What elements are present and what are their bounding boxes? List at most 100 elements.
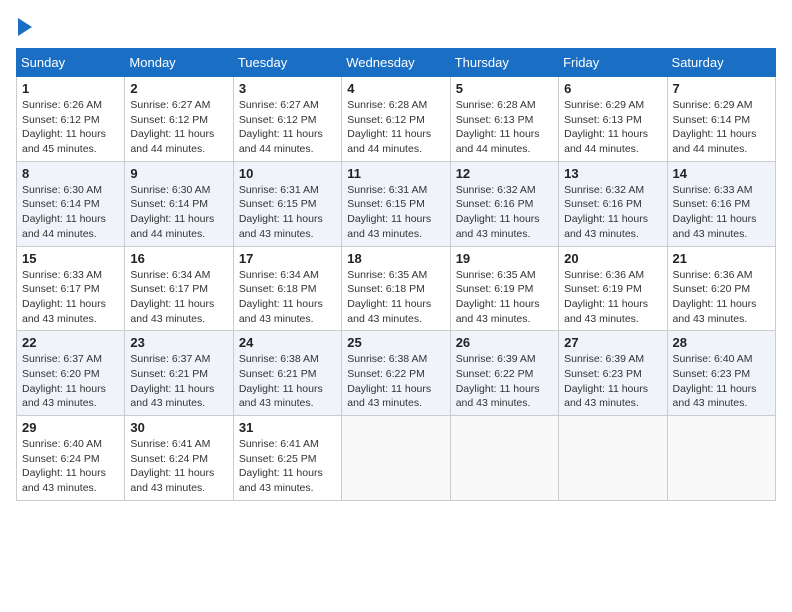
calendar-day-cell: 18 Sunrise: 6:35 AMSunset: 6:18 PMDayligh… [342, 246, 450, 331]
day-number: 7 [673, 81, 770, 96]
day-info: Sunrise: 6:40 AMSunset: 6:23 PMDaylight:… [673, 352, 770, 411]
calendar-table: SundayMondayTuesdayWednesdayThursdayFrid… [16, 48, 776, 501]
calendar-day-cell: 8 Sunrise: 6:30 AMSunset: 6:14 PMDaylight… [17, 161, 125, 246]
day-number: 18 [347, 251, 444, 266]
day-info: Sunrise: 6:39 AMSunset: 6:22 PMDaylight:… [456, 352, 553, 411]
calendar-day-cell: 6 Sunrise: 6:29 AMSunset: 6:13 PMDaylight… [559, 77, 667, 162]
calendar-week-row: 15Sunrise: 6:33 AMSunset: 6:17 PMDayligh… [17, 246, 776, 331]
day-info: Sunrise: 6:29 AMSunset: 6:13 PMDaylight:… [564, 98, 661, 157]
day-number: 1 [22, 81, 119, 96]
day-number: 5 [456, 81, 553, 96]
calendar-day-cell: 4 Sunrise: 6:28 AMSunset: 6:12 PMDaylight… [342, 77, 450, 162]
calendar-day-cell: 29Sunrise: 6:40 AMSunset: 6:24 PMDayligh… [17, 416, 125, 501]
day-number: 30 [130, 420, 227, 435]
day-info: Sunrise: 6:36 AMSunset: 6:20 PMDaylight:… [673, 268, 770, 327]
logo-arrow-icon [18, 18, 32, 36]
day-info: Sunrise: 6:27 AMSunset: 6:12 PMDaylight:… [239, 98, 336, 157]
day-info: Sunrise: 6:26 AMSunset: 6:12 PMDaylight:… [22, 98, 119, 157]
day-of-week-header: Tuesday [233, 49, 341, 77]
calendar-day-cell: 1 Sunrise: 6:26 AMSunset: 6:12 PMDaylight… [17, 77, 125, 162]
day-number: 19 [456, 251, 553, 266]
day-info: Sunrise: 6:38 AMSunset: 6:22 PMDaylight:… [347, 352, 444, 411]
calendar-day-cell: 22 Sunrise: 6:37 AMSunset: 6:20 PMDayligh… [17, 331, 125, 416]
calendar-day-cell: 24 Sunrise: 6:38 AMSunset: 6:21 PMDayligh… [233, 331, 341, 416]
day-number: 9 [130, 166, 227, 181]
day-info: Sunrise: 6:33 AMSunset: 6:16 PMDaylight:… [673, 183, 770, 242]
calendar-day-cell: 2 Sunrise: 6:27 AMSunset: 6:12 PMDaylight… [125, 77, 233, 162]
calendar-week-row: 29Sunrise: 6:40 AMSunset: 6:24 PMDayligh… [17, 416, 776, 501]
day-info: Sunrise: 6:32 AMSunset: 6:16 PMDaylight:… [456, 183, 553, 242]
day-number: 4 [347, 81, 444, 96]
day-info: Sunrise: 6:29 AMSunset: 6:14 PMDaylight:… [673, 98, 770, 157]
calendar-day-cell: 20Sunrise: 6:36 AMSunset: 6:19 PMDayligh… [559, 246, 667, 331]
day-number: 13 [564, 166, 661, 181]
day-number: 31 [239, 420, 336, 435]
calendar-day-cell: 14 Sunrise: 6:33 AMSunset: 6:16 PMDayligh… [667, 161, 775, 246]
calendar-day-cell: 13 Sunrise: 6:32 AMSunset: 6:16 PMDayligh… [559, 161, 667, 246]
day-info: Sunrise: 6:35 AMSunset: 6:19 PMDaylight:… [456, 268, 553, 327]
calendar-day-cell: 23 Sunrise: 6:37 AMSunset: 6:21 PMDayligh… [125, 331, 233, 416]
day-number: 26 [456, 335, 553, 350]
day-info: Sunrise: 6:34 AMSunset: 6:17 PMDaylight:… [130, 268, 227, 327]
calendar-day-cell: 10Sunrise: 6:31 AMSunset: 6:15 PMDayligh… [233, 161, 341, 246]
calendar-day-cell: 30 Sunrise: 6:41 AMSunset: 6:24 PMDayligh… [125, 416, 233, 501]
day-info: Sunrise: 6:30 AMSunset: 6:14 PMDaylight:… [130, 183, 227, 242]
calendar-day-cell: 11 Sunrise: 6:31 AMSunset: 6:15 PMDayligh… [342, 161, 450, 246]
page-header [16, 16, 776, 36]
day-info: Sunrise: 6:41 AMSunset: 6:24 PMDaylight:… [130, 437, 227, 496]
calendar-day-cell: 27Sunrise: 6:39 AMSunset: 6:23 PMDayligh… [559, 331, 667, 416]
day-number: 14 [673, 166, 770, 181]
day-info: Sunrise: 6:41 AMSunset: 6:25 PMDaylight:… [239, 437, 336, 496]
day-number: 16 [130, 251, 227, 266]
day-number: 11 [347, 166, 444, 181]
calendar-day-cell: 25 Sunrise: 6:38 AMSunset: 6:22 PMDayligh… [342, 331, 450, 416]
day-number: 12 [456, 166, 553, 181]
day-info: Sunrise: 6:40 AMSunset: 6:24 PMDaylight:… [22, 437, 119, 496]
day-info: Sunrise: 6:33 AMSunset: 6:17 PMDaylight:… [22, 268, 119, 327]
day-number: 17 [239, 251, 336, 266]
day-number: 28 [673, 335, 770, 350]
day-info: Sunrise: 6:38 AMSunset: 6:21 PMDaylight:… [239, 352, 336, 411]
calendar-header-row: SundayMondayTuesdayWednesdayThursdayFrid… [17, 49, 776, 77]
day-number: 21 [673, 251, 770, 266]
calendar-day-cell: 15Sunrise: 6:33 AMSunset: 6:17 PMDayligh… [17, 246, 125, 331]
calendar-week-row: 22 Sunrise: 6:37 AMSunset: 6:20 PMDayligh… [17, 331, 776, 416]
calendar-day-cell [450, 416, 558, 501]
day-number: 23 [130, 335, 227, 350]
calendar-day-cell: 31 Sunrise: 6:41 AMSunset: 6:25 PMDayligh… [233, 416, 341, 501]
calendar-day-cell: 21 Sunrise: 6:36 AMSunset: 6:20 PMDayligh… [667, 246, 775, 331]
calendar-day-cell [667, 416, 775, 501]
calendar-week-row: 8 Sunrise: 6:30 AMSunset: 6:14 PMDaylight… [17, 161, 776, 246]
day-of-week-header: Sunday [17, 49, 125, 77]
calendar-day-cell: 28 Sunrise: 6:40 AMSunset: 6:23 PMDayligh… [667, 331, 775, 416]
day-info: Sunrise: 6:27 AMSunset: 6:12 PMDaylight:… [130, 98, 227, 157]
day-info: Sunrise: 6:28 AMSunset: 6:12 PMDaylight:… [347, 98, 444, 157]
day-info: Sunrise: 6:37 AMSunset: 6:20 PMDaylight:… [22, 352, 119, 411]
day-number: 6 [564, 81, 661, 96]
day-info: Sunrise: 6:36 AMSunset: 6:19 PMDaylight:… [564, 268, 661, 327]
calendar-day-cell: 26 Sunrise: 6:39 AMSunset: 6:22 PMDayligh… [450, 331, 558, 416]
day-info: Sunrise: 6:35 AMSunset: 6:18 PMDaylight:… [347, 268, 444, 327]
day-of-week-header: Saturday [667, 49, 775, 77]
calendar-day-cell [342, 416, 450, 501]
day-number: 2 [130, 81, 227, 96]
calendar-day-cell: 19 Sunrise: 6:35 AMSunset: 6:19 PMDayligh… [450, 246, 558, 331]
day-number: 24 [239, 335, 336, 350]
day-info: Sunrise: 6:28 AMSunset: 6:13 PMDaylight:… [456, 98, 553, 157]
logo [16, 16, 32, 36]
day-number: 25 [347, 335, 444, 350]
day-info: Sunrise: 6:32 AMSunset: 6:16 PMDaylight:… [564, 183, 661, 242]
day-info: Sunrise: 6:31 AMSunset: 6:15 PMDaylight:… [347, 183, 444, 242]
day-number: 22 [22, 335, 119, 350]
day-info: Sunrise: 6:37 AMSunset: 6:21 PMDaylight:… [130, 352, 227, 411]
day-of-week-header: Monday [125, 49, 233, 77]
calendar-day-cell: 9 Sunrise: 6:30 AMSunset: 6:14 PMDaylight… [125, 161, 233, 246]
calendar-day-cell: 12 Sunrise: 6:32 AMSunset: 6:16 PMDayligh… [450, 161, 558, 246]
day-number: 8 [22, 166, 119, 181]
day-info: Sunrise: 6:30 AMSunset: 6:14 PMDaylight:… [22, 183, 119, 242]
day-number: 27 [564, 335, 661, 350]
calendar-week-row: 1 Sunrise: 6:26 AMSunset: 6:12 PMDaylight… [17, 77, 776, 162]
day-of-week-header: Thursday [450, 49, 558, 77]
day-of-week-header: Wednesday [342, 49, 450, 77]
calendar-day-cell: 3Sunrise: 6:27 AMSunset: 6:12 PMDaylight… [233, 77, 341, 162]
